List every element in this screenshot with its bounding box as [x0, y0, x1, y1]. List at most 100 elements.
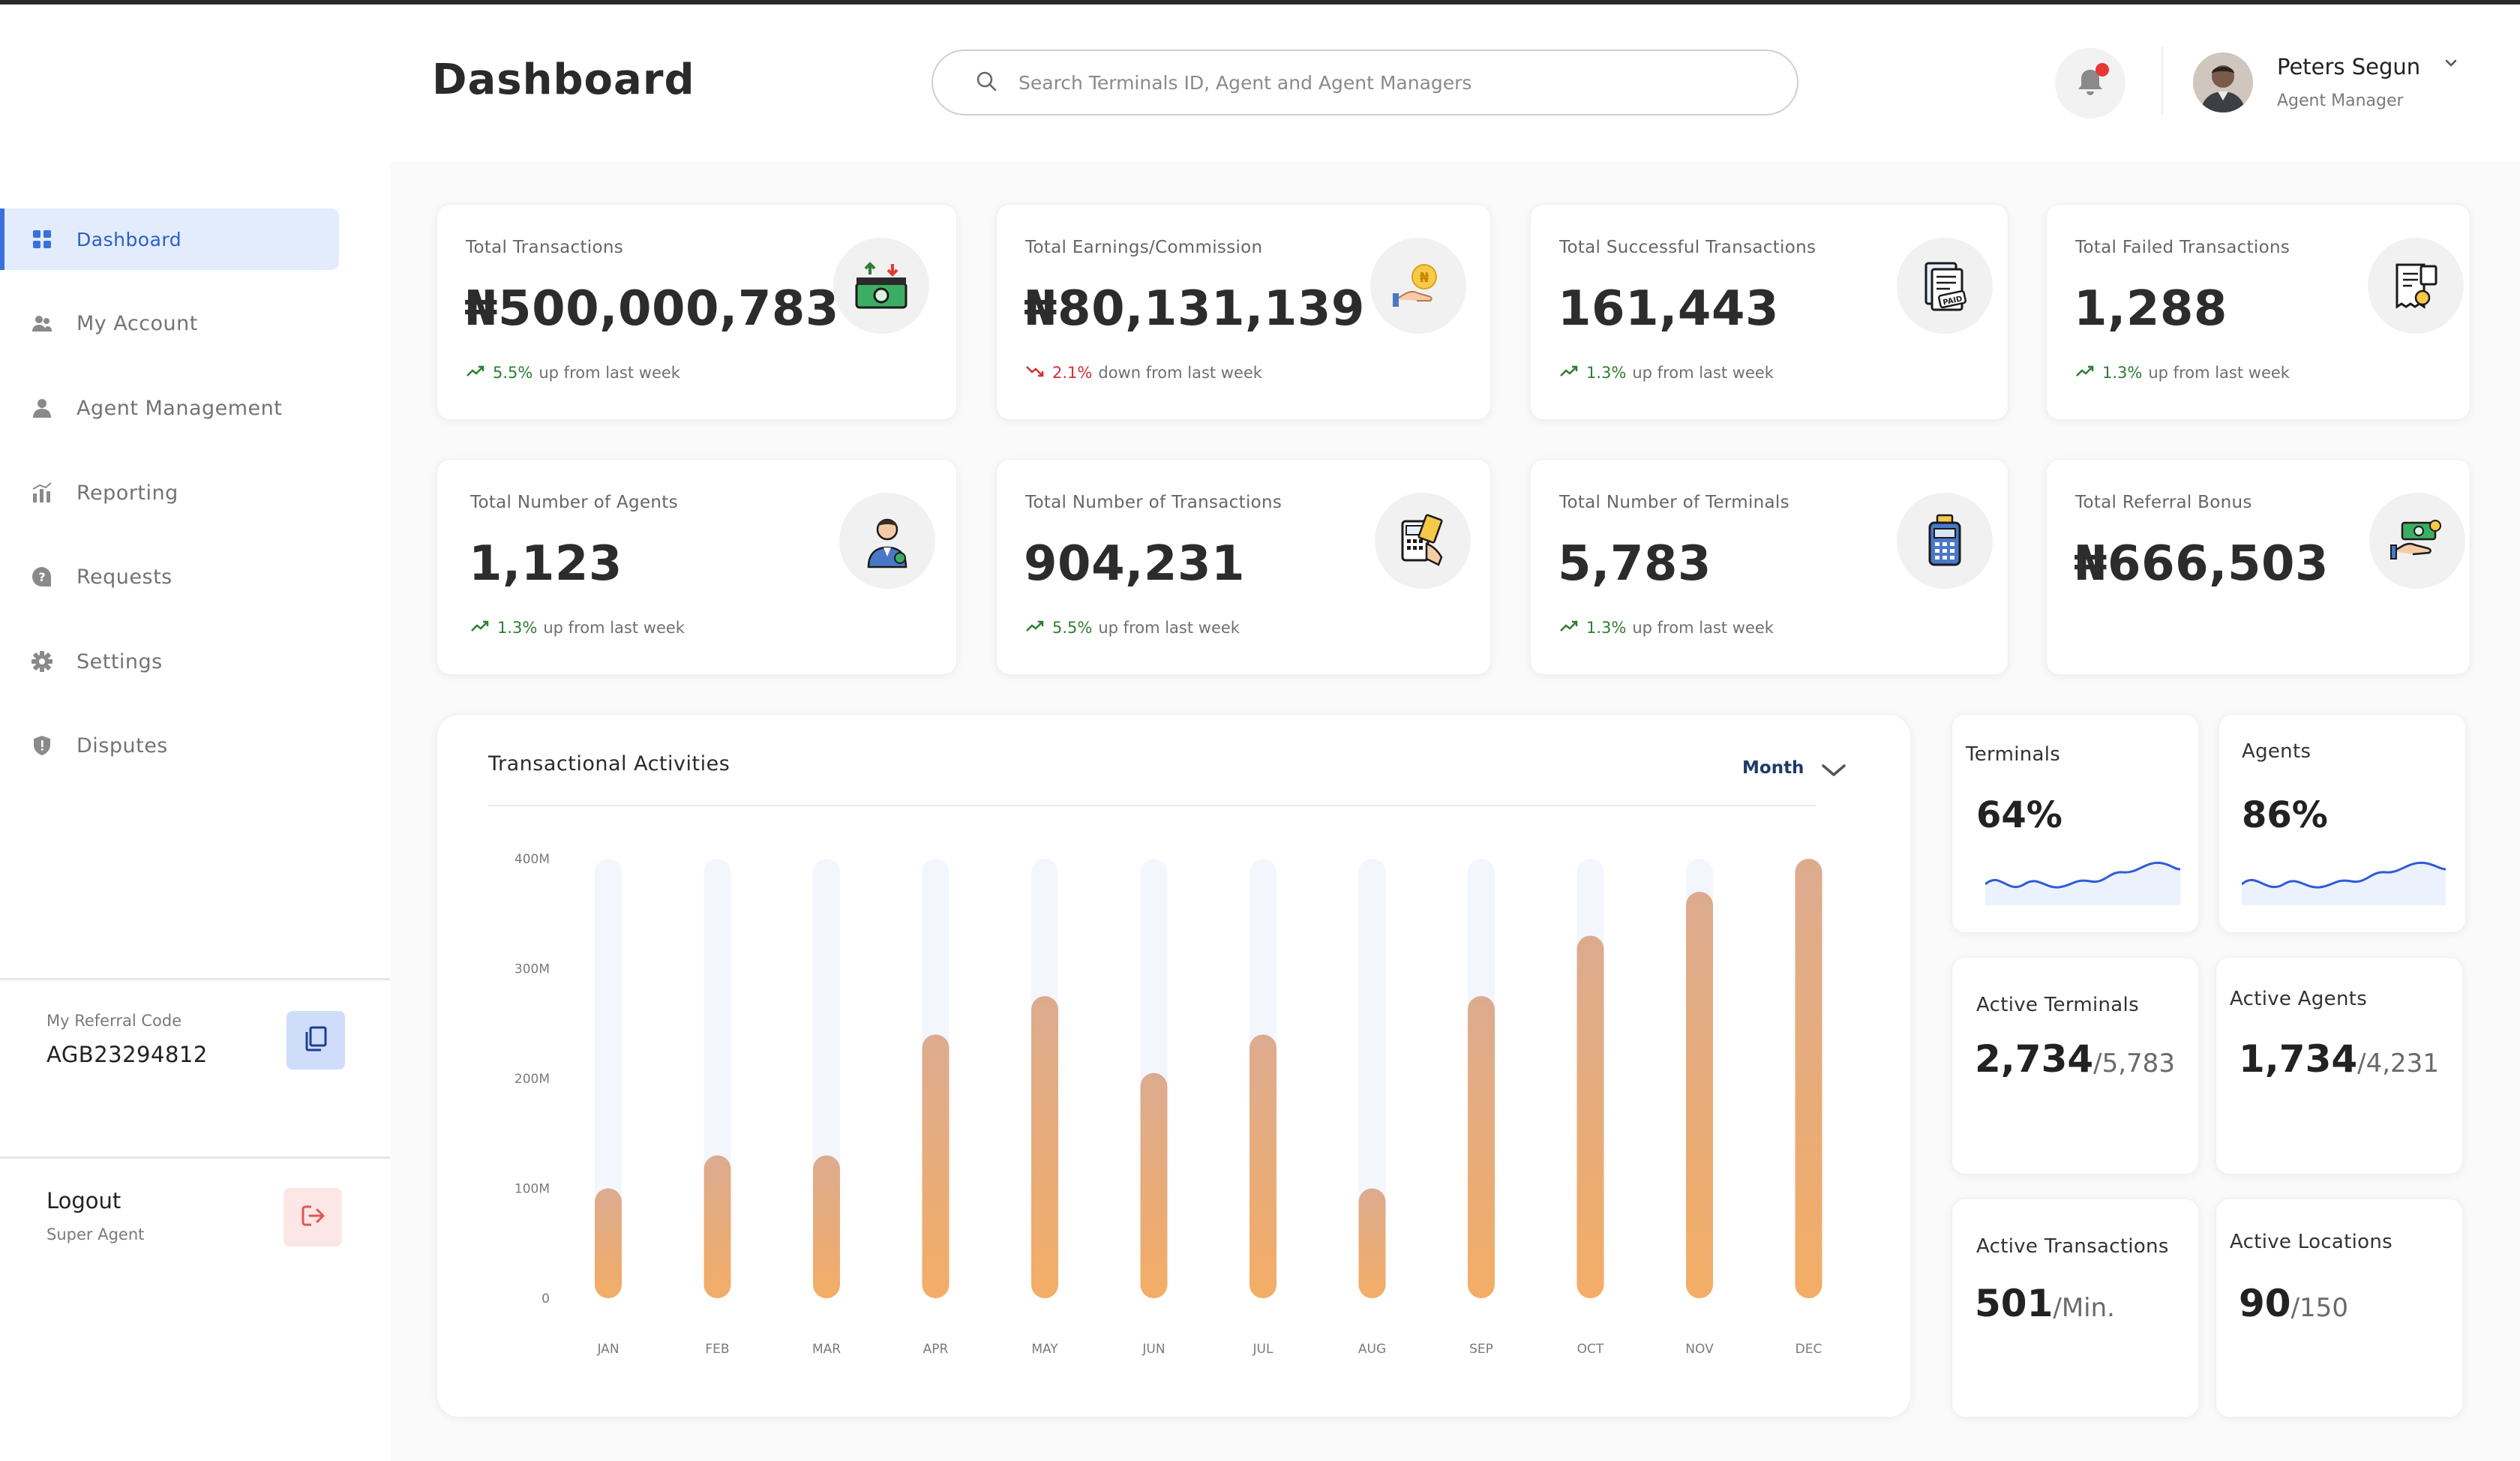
x-tick-label: JAN: [596, 1342, 619, 1357]
trend-up-icon: [2075, 364, 2095, 382]
stat-card-referral-bonus[interactable]: Total Referral Bonus ₦666,503: [2046, 459, 2470, 675]
sidebar-item-label: Agent Management: [76, 396, 283, 420]
trend-percent: 1.3%: [1586, 364, 1627, 382]
cash-hand-icon: [2369, 493, 2465, 589]
stat-value: ₦80,131,139: [1024, 281, 1365, 337]
user-menu-chevron[interactable]: [2442, 54, 2460, 75]
stat-title: Total Referral Bonus: [2075, 493, 2252, 512]
bar-jan[interactable]: [595, 1188, 622, 1299]
search-input[interactable]: [1018, 71, 1694, 94]
sidebar-item-settings[interactable]: Settings: [0, 631, 339, 692]
active-agents-card[interactable]: Active Agents 1,734/4,231: [2216, 957, 2463, 1174]
sidebar-item-agent-management[interactable]: Agent Management: [0, 377, 339, 439]
page-title: Dashboard: [432, 56, 695, 104]
agents-percent-card[interactable]: Agents 86%: [2218, 714, 2466, 933]
logout-button[interactable]: [284, 1188, 342, 1246]
stat-value: 161,443: [1558, 281, 1779, 337]
bar-nov[interactable]: [1686, 891, 1713, 1298]
paid-invoice-icon: PAID: [1897, 238, 1993, 334]
active-transactions-card[interactable]: Active Transactions 501/Min.: [1952, 1198, 2199, 1418]
mini-value: 64%: [1976, 794, 2062, 836]
stat-card-total-transactions[interactable]: Total Transactions ₦500,000,783 5.5% up …: [436, 204, 957, 420]
stat-title: Total Number of Terminals: [1559, 493, 1790, 512]
users-icon: [30, 311, 54, 335]
bar-jul[interactable]: [1250, 1034, 1276, 1298]
trend-text: up from last week: [1632, 619, 1774, 637]
terminals-sparkline: [1985, 861, 2180, 905]
stat-card-total-earnings[interactable]: Total Earnings/Commission ₦80,131,139 2.…: [996, 204, 1491, 420]
bar-chart: 0 100M 200M 300M 400M JAN FEB MAR APR MAY JUN JUL A…: [514, 852, 1822, 1357]
active-locations-card[interactable]: Active Locations 90/150: [2216, 1198, 2463, 1418]
trend-text: up from last week: [1632, 364, 1774, 382]
sidebar-item-disputes[interactable]: Disputes: [0, 715, 339, 776]
bar-feb[interactable]: [704, 1155, 731, 1298]
user-name[interactable]: Peters Segun: [2277, 54, 2420, 80]
sidebar-item-label: Requests: [76, 565, 172, 589]
bar-sep[interactable]: [1468, 996, 1495, 1298]
help-circle-icon: ?: [30, 565, 54, 589]
coin-hand-icon: ₦: [1370, 238, 1466, 334]
trend-percent: 1.3%: [497, 619, 538, 637]
mini-value: 2,734: [1975, 1037, 2094, 1081]
logout-icon: [298, 1201, 328, 1234]
stat-card-number-of-transactions[interactable]: Total Number of Transactions 904,231 5.5…: [996, 459, 1491, 675]
logout-label[interactable]: Logout: [46, 1188, 121, 1214]
active-terminals-card[interactable]: Active Terminals 2,734/5,783: [1952, 957, 2199, 1174]
mini-title: Active Transactions: [1976, 1235, 2169, 1258]
trend-down-icon: [1025, 364, 1045, 382]
terminals-percent-card[interactable]: Terminals 64%: [1952, 714, 2199, 933]
mini-total: /150: [2290, 1293, 2348, 1323]
bar-oct[interactable]: [1576, 935, 1604, 1298]
sidebar-item-my-account[interactable]: My Account: [0, 292, 339, 354]
x-tick-label: MAY: [1031, 1342, 1058, 1357]
sidebar-item-label: Reporting: [76, 481, 178, 505]
sidebar-item-label: Dashboard: [76, 228, 182, 250]
referral-code-value: AGB23294812: [46, 1042, 208, 1067]
sidebar-item-requests[interactable]: ? Requests: [0, 546, 339, 608]
sidebar-item-label: Settings: [76, 650, 163, 674]
y-tick-label: 100M: [514, 1182, 550, 1197]
mini-value: 1,734: [2239, 1037, 2358, 1081]
bar-may[interactable]: [1031, 996, 1058, 1298]
sidebar-item-dashboard[interactable]: Dashboard: [0, 208, 339, 270]
stat-card-number-of-terminals[interactable]: Total Number of Terminals 5,783 1.3% up …: [1530, 459, 2008, 675]
stat-title: Total Transactions: [466, 238, 623, 257]
x-tick-label: JUN: [1142, 1342, 1165, 1357]
sidebar-item-reporting[interactable]: Reporting: [0, 462, 339, 524]
trend-percent: 5.5%: [1052, 619, 1093, 637]
stat-card-successful-transactions[interactable]: Total Successful Transactions 161,443 1.…: [1530, 204, 2008, 420]
mini-total: /5,783: [2093, 1048, 2175, 1078]
bar-dec[interactable]: [1795, 859, 1822, 1298]
trend-percent: 2.1%: [1052, 364, 1093, 382]
stat-trend: 1.3% up from last week: [470, 619, 685, 637]
stat-title: Total Successful Transactions: [1559, 238, 1816, 257]
bar-jun[interactable]: [1140, 1072, 1168, 1298]
avatar[interactable]: [2193, 52, 2253, 112]
stat-title: Total Earnings/Commission: [1025, 238, 1263, 257]
gear-icon: [30, 650, 54, 674]
mini-unit: /Min.: [2053, 1293, 2115, 1323]
stat-card-number-of-agents[interactable]: Total Number of Agents 1,123 1.3% up fro…: [436, 459, 957, 675]
shield-icon: [30, 734, 54, 758]
svg-text:?: ?: [38, 570, 45, 584]
bar-aug[interactable]: [1358, 1188, 1386, 1299]
trend-up-icon: [470, 619, 490, 637]
bar-apr[interactable]: [922, 1034, 950, 1298]
x-tick-label: APR: [923, 1342, 949, 1357]
search-bar[interactable]: [932, 50, 1798, 116]
trend-up-icon: [1559, 619, 1579, 637]
stat-card-failed-transactions[interactable]: Total Failed Transactions 1,288 1.3% up …: [2046, 204, 2470, 420]
y-tick-label: 300M: [514, 962, 550, 977]
mini-value: 501: [1975, 1282, 2054, 1325]
notification-button[interactable]: [2055, 48, 2126, 118]
stat-title: Total Number of Transactions: [1025, 493, 1282, 512]
agents-sparkline: [2242, 861, 2446, 905]
agent-person-icon: [839, 493, 935, 589]
sidebar-item-label: Disputes: [76, 734, 168, 758]
sidebar-divider: [0, 978, 390, 980]
copy-referral-button[interactable]: [286, 1011, 345, 1070]
mini-total: /4,231: [2357, 1048, 2439, 1078]
bar-mar[interactable]: [813, 1155, 840, 1298]
stat-trend: 1.3% up from last week: [1559, 364, 1774, 382]
mini-title: Agents: [2242, 740, 2312, 763]
